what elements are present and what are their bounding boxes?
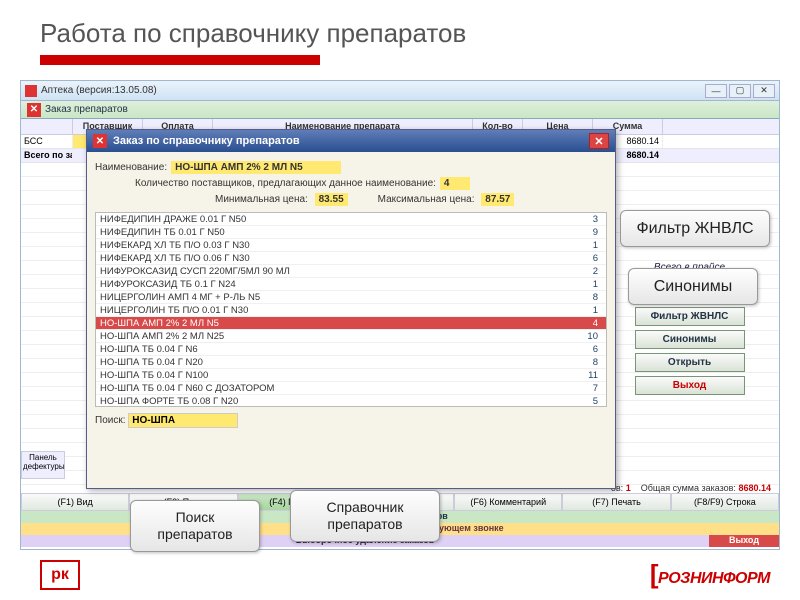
close-icon[interactable]: ✕ [27, 103, 41, 117]
drug-list-row[interactable]: НО-ШПА АМП 2% 2 МЛ N54 [96, 317, 606, 330]
drug-name: НО-ШПА ТБ 0.04 Г N20 [96, 357, 576, 368]
drug-count: 7 [576, 383, 606, 394]
exit-button[interactable]: Выход [635, 376, 745, 395]
drug-list-row[interactable]: НО-ШПА ФОРТЕ ТБ 0.08 Г N205 [96, 395, 606, 407]
search-input[interactable] [128, 413, 238, 428]
slide-title: Работа по справочнику препаратов [0, 0, 800, 55]
app-title-suffix: ) [153, 85, 156, 96]
status-bar: ов: 1 Общая сумма заказов: 8680.14 [611, 483, 771, 493]
drug-list-row[interactable]: НИФЕДИПИН ДРАЖЕ 0.01 Г N503 [96, 213, 606, 226]
close-button[interactable]: ✕ [753, 84, 775, 98]
name-value: НО-ШПА АМП 2% 2 МЛ N5 [171, 161, 341, 174]
defektura-panel-button[interactable]: Панель дефектуры [21, 451, 65, 479]
drug-count: 3 [576, 214, 606, 225]
drug-list-row[interactable]: НО-ШПА ТБ 0.04 Г N208 [96, 356, 606, 369]
sub-titlebar: ✕ Заказ препаратов [21, 101, 779, 119]
fn-f7[interactable]: (F7) Печать [562, 493, 670, 511]
drug-name: НИФЕДИПИН ТБ 0.01 Г N50 [96, 227, 576, 238]
drug-count: 10 [576, 331, 606, 342]
drug-count: 5 [576, 396, 606, 407]
logo-small: рк [40, 560, 80, 590]
drug-name: НО-ШПА ТБ 0.04 Г N60 С ДОЗАТОРОМ [96, 383, 576, 394]
drug-name: НИФУРОКСАЗИД СУСП 220МГ/5МЛ 90 МЛ [96, 266, 576, 277]
fn-f8[interactable]: (F8/F9) Строка [671, 493, 779, 511]
dialog-title: Заказ по справочнику препаратов [113, 135, 300, 147]
drug-count: 9 [576, 227, 606, 238]
drug-name: НО-ШПА ТБ 0.04 Г N100 [96, 370, 576, 381]
max-price-label: Максимальная цена: [378, 194, 475, 205]
drug-list-row[interactable]: НО-ШПА АМП 2% 2 МЛ N2510 [96, 330, 606, 343]
maximize-button[interactable]: ▢ [729, 84, 751, 98]
drug-count: 8 [576, 357, 606, 368]
titlebar: Аптека (версия: 13.05.08 ) — ▢ ✕ [21, 81, 779, 101]
drug-list-row[interactable]: НИФУРОКСАЗИД СУСП 220МГ/5МЛ 90 МЛ2 [96, 265, 606, 278]
name-label: Наименование: [95, 162, 167, 173]
total-label: Всего по заказу [21, 149, 73, 162]
app-version: 13.05.08 [114, 85, 153, 96]
drug-name: НИФУРОКСАЗИД ТБ 0.1 Г N24 [96, 279, 576, 290]
drug-name: НИФЕДИПИН ДРАЖЕ 0.01 Г N50 [96, 214, 576, 225]
drug-list-row[interactable]: НИФЕКАРД ХЛ ТБ П/О 0.03 Г N301 [96, 239, 606, 252]
accent-bar [40, 55, 320, 65]
callout-reference: Справочник препаратов [290, 490, 440, 542]
drug-count: 1 [576, 240, 606, 251]
cell-marker: БСС [21, 135, 73, 148]
fn-f6[interactable]: (F6) Комментарий [454, 493, 562, 511]
drug-list-row[interactable]: НО-ШПА ТБ 0.04 Г N66 [96, 343, 606, 356]
suppliers-value: 4 [440, 177, 470, 190]
drug-name: НО-ШПА ТБ 0.04 Г N6 [96, 344, 576, 355]
drug-count: 6 [576, 344, 606, 355]
app-icon [25, 85, 37, 97]
drug-name: НИФЕКАРД ХЛ ТБ П/О 0.03 Г N30 [96, 240, 576, 251]
minimize-button[interactable]: — [705, 84, 727, 98]
synonyms-button[interactable]: Синонимы [635, 330, 745, 349]
drug-count: 6 [576, 253, 606, 264]
logo-inform: [РОЗНИНФОРМ [650, 559, 770, 590]
drug-count: 1 [576, 279, 606, 290]
strip-exit[interactable]: Выход [709, 535, 779, 547]
drug-count: 11 [576, 370, 606, 381]
drug-list[interactable]: НИФЕДИПИН ДРАЖЕ 0.01 Г N503НИФЕДИПИН ТБ … [95, 212, 607, 407]
dialog-titlebar[interactable]: ✕ Заказ по справочнику препаратов ✕ [87, 130, 615, 152]
suppliers-label: Количество поставщиков, предлагающих дан… [135, 178, 436, 189]
drug-list-row[interactable]: НИФЕКАРД ХЛ ТБ П/О 0.06 Г N306 [96, 252, 606, 265]
fn-f1[interactable]: (F1) Вид [21, 493, 129, 511]
drug-name: НО-ШПА АМП 2% 2 МЛ N5 [96, 318, 576, 329]
drug-list-row[interactable]: НИФЕДИПИН ТБ 0.01 Г N509 [96, 226, 606, 239]
min-price-value: 83.55 [315, 193, 348, 206]
app-window: Аптека (версия: 13.05.08 ) — ▢ ✕ ✕ Заказ… [20, 80, 780, 550]
drug-name: НИЦЕРГОЛИН АМП 4 МГ + Р-ЛЬ N5 [96, 292, 576, 303]
dialog-icon: ✕ [93, 134, 107, 148]
drug-list-row[interactable]: НИЦЕРГОЛИН ТБ П/О 0.01 Г N301 [96, 304, 606, 317]
dialog-close-button[interactable]: ✕ [589, 133, 609, 149]
drug-count: 2 [576, 266, 606, 277]
filter-zhvnls-button[interactable]: Фильтр ЖВНЛС [635, 307, 745, 326]
drug-count: 1 [576, 305, 606, 316]
drug-name: НО-ШПА АМП 2% 2 МЛ N25 [96, 331, 576, 342]
drug-name: НО-ШПА ФОРТЕ ТБ 0.08 Г N20 [96, 396, 576, 407]
drug-list-row[interactable]: НИФУРОКСАЗИД ТБ 0.1 Г N241 [96, 278, 606, 291]
callout-synonyms: Синонимы [628, 268, 758, 305]
sub-title: Заказ препаратов [45, 104, 128, 115]
search-label: Поиск: [95, 415, 126, 426]
drug-count: 8 [576, 292, 606, 303]
drug-list-row[interactable]: НО-ШПА ТБ 0.04 Г N10011 [96, 369, 606, 382]
drug-name: НИФЕКАРД ХЛ ТБ П/О 0.06 Г N30 [96, 253, 576, 264]
reference-dialog: ✕ Заказ по справочнику препаратов ✕ Наим… [86, 129, 616, 489]
min-price-label: Минимальная цена: [215, 194, 308, 205]
drug-list-row[interactable]: НО-ШПА ТБ 0.04 Г N60 С ДОЗАТОРОМ7 [96, 382, 606, 395]
open-button[interactable]: Открыть [635, 353, 745, 372]
app-title-prefix: Аптека (версия: [41, 85, 114, 96]
callout-search: Поиск препаратов [130, 500, 260, 552]
drug-list-row[interactable]: НИЦЕРГОЛИН АМП 4 МГ + Р-ЛЬ N58 [96, 291, 606, 304]
max-price-value: 87.57 [481, 193, 514, 206]
callout-filter: Фильтр ЖНВЛС [620, 210, 770, 247]
drug-count: 4 [576, 318, 606, 329]
drug-name: НИЦЕРГОЛИН ТБ П/О 0.01 Г N30 [96, 305, 576, 316]
